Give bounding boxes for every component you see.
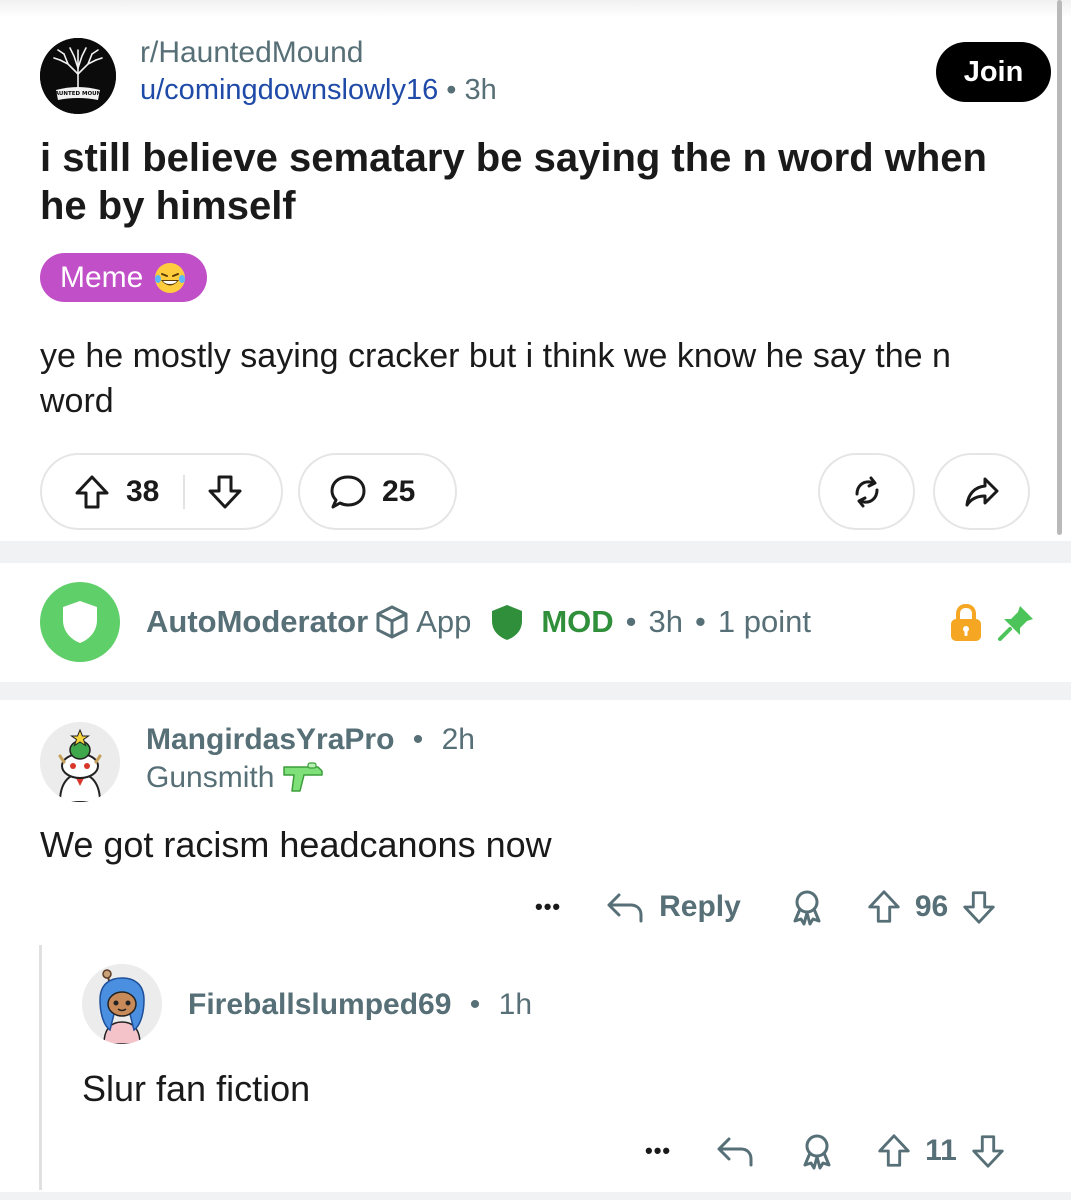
crosspost-button[interactable] xyxy=(818,453,915,530)
post: HAUNTED MOUND r/HauntedMound u/comingdow… xyxy=(0,0,1071,540)
post-title[interactable]: i still believe sematary be saying the n… xyxy=(40,134,1040,230)
comment-meta: MangirdasYraPro • 2h xyxy=(146,723,475,757)
more-options-button[interactable]: ••• xyxy=(645,1138,671,1164)
snoo-avatar-icon xyxy=(82,964,162,1044)
comments-button[interactable]: 25 xyxy=(298,453,457,530)
upvote-arrow-icon[interactable] xyxy=(72,472,112,512)
meta-separator: • xyxy=(469,988,481,1021)
comment-actions: ••• 11 xyxy=(645,1129,1007,1173)
comment-score: 96 xyxy=(914,890,949,923)
automod-points: 1 point xyxy=(717,604,811,639)
post-age: 3h xyxy=(464,74,497,106)
automod-age: 3h xyxy=(648,604,683,639)
comment-username[interactable]: Fireballslumped69 xyxy=(188,988,451,1021)
subreddit-name[interactable]: r/HauntedMound xyxy=(140,36,363,70)
meta-separator: • xyxy=(625,604,637,639)
more-options-button[interactable]: ••• xyxy=(535,894,561,920)
comment-username[interactable]: MangirdasYraPro xyxy=(146,723,394,756)
award-icon[interactable] xyxy=(799,1132,835,1170)
section-divider xyxy=(0,682,1071,700)
meta-separator: • xyxy=(412,723,424,756)
subreddit-avatar[interactable]: HAUNTED MOUND xyxy=(40,38,116,114)
laughing-tears-emoji-icon xyxy=(155,262,186,293)
post-score: 38 xyxy=(126,474,160,508)
snoo-avatar-icon xyxy=(40,722,120,802)
automod-meta: AutoModerator App MOD • 3h • 1 point xyxy=(146,602,811,642)
automod-avatar[interactable] xyxy=(40,582,120,662)
share-button[interactable] xyxy=(933,453,1030,530)
avatar[interactable] xyxy=(40,722,120,802)
tree-logo-icon: HAUNTED MOUND xyxy=(40,38,116,114)
comment-body: Slur fan fiction xyxy=(82,1068,311,1109)
section-divider xyxy=(0,541,1071,563)
pin-icon xyxy=(998,606,1033,641)
downvote-arrow-icon[interactable] xyxy=(969,1131,1007,1171)
award-icon[interactable] xyxy=(789,888,825,926)
cube-app-icon xyxy=(376,605,408,639)
comment-score: 11 xyxy=(925,1134,957,1167)
automod-username[interactable]: AutoModerator xyxy=(146,604,368,640)
subreddit-logo-text: HAUNTED MOUND xyxy=(50,91,106,97)
vote-divider xyxy=(183,474,186,509)
section-divider xyxy=(0,1192,1071,1200)
post-body: ye he mostly saying cracker but i think … xyxy=(40,337,951,420)
meta-separator: • xyxy=(446,74,457,106)
comment-age: 2h xyxy=(441,723,475,756)
reply-arrow-icon[interactable] xyxy=(605,889,645,925)
comment-actions: ••• Reply 96 xyxy=(535,885,998,929)
vote-bar: 38 xyxy=(40,453,283,530)
upvote-arrow-icon[interactable] xyxy=(865,887,903,927)
comment-age: 1h xyxy=(498,988,533,1021)
lock-icon xyxy=(951,603,981,641)
reply-arrow-icon[interactable] xyxy=(715,1133,755,1169)
post-flair[interactable]: Meme xyxy=(40,253,208,302)
comment-bubble-icon xyxy=(330,475,366,508)
user-flair: Gunsmith xyxy=(146,761,326,795)
water-gun-icon xyxy=(283,762,324,792)
user-flair-label: Gunsmith xyxy=(146,761,275,794)
share-arrow-icon xyxy=(965,477,998,506)
join-button[interactable]: Join xyxy=(936,42,1051,102)
reply-button[interactable]: Reply xyxy=(659,890,741,924)
downvote-arrow-icon[interactable] xyxy=(960,887,998,927)
avatar[interactable] xyxy=(82,964,162,1044)
comment-body: We got racism headcanons now xyxy=(40,824,552,865)
flair-label: Meme xyxy=(60,260,144,294)
app-label: App xyxy=(416,604,472,639)
mod-badge: MOD xyxy=(541,604,614,639)
comment-meta: Fireballslumped69 • 1h xyxy=(188,988,532,1022)
upvote-arrow-icon[interactable] xyxy=(875,1131,913,1171)
post-author[interactable]: u/comingdownslowly16 xyxy=(140,74,438,106)
comment-count: 25 xyxy=(382,474,416,508)
meta-separator: • xyxy=(695,604,706,639)
downvote-arrow-icon[interactable] xyxy=(205,472,245,512)
shield-icon xyxy=(63,601,97,643)
thread-line[interactable] xyxy=(39,945,42,1190)
mod-shield-icon xyxy=(492,605,523,640)
author-line: u/comingdownslowly16 • 3h xyxy=(140,74,497,107)
crosspost-icon xyxy=(855,476,878,507)
